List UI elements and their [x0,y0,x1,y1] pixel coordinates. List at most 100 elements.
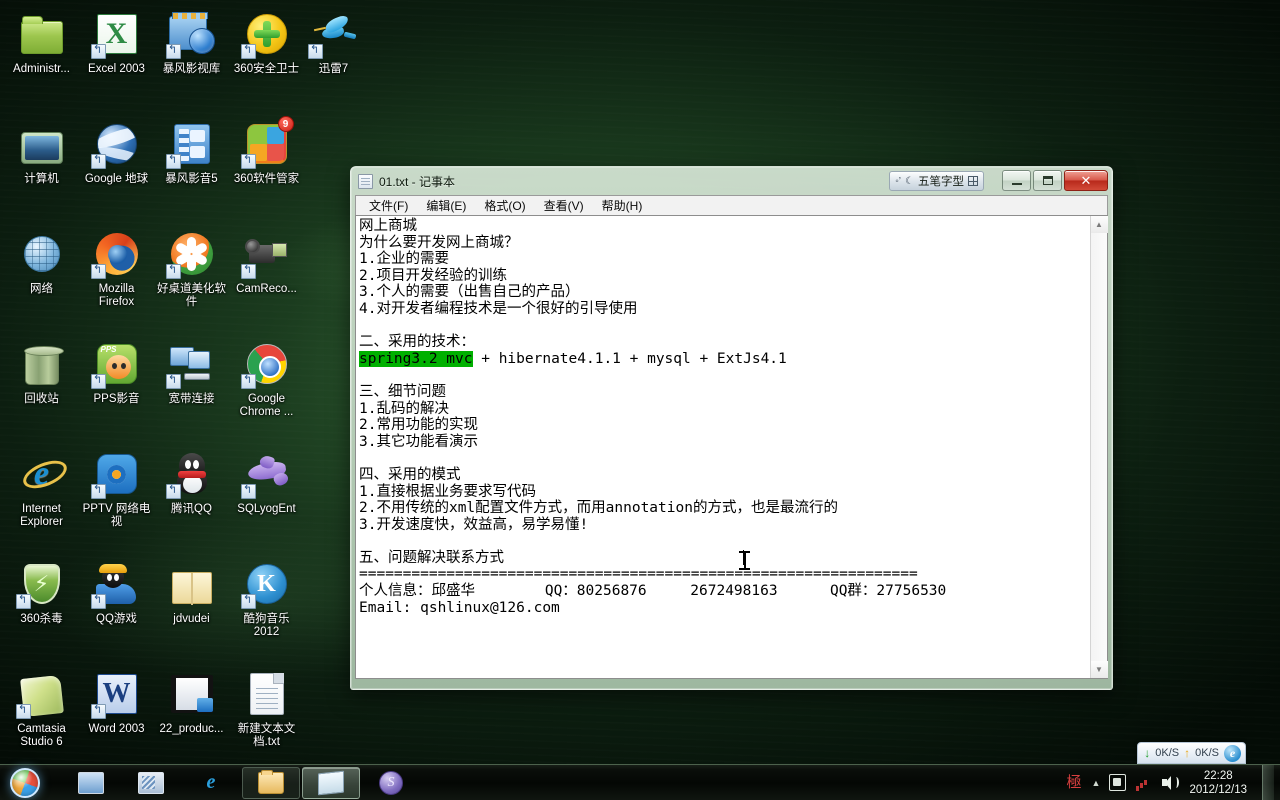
desktop-icon[interactable]: 360安全卫士 [229,4,304,114]
desktop-icon[interactable]: e Internet Explorer [4,444,79,554]
desktop-icon-image [168,560,216,608]
notepad-window[interactable]: 01.txt - 记事本 ◦’ ☾ 五笔字型 ✕ 文件(F) 编辑(E) 格式(O)… [350,166,1113,690]
desktop-icon[interactable]: 网络 [4,224,79,334]
notepad-menubar[interactable]: 文件(F) 编辑(E) 格式(O) 查看(V) 帮助(H) [355,195,1108,215]
desktop-icon[interactable]: 9 360软件管家 [229,114,304,224]
minimize-button[interactable] [1002,170,1031,191]
ime-language-bar[interactable]: ◦’ ☾ 五笔字型 [889,171,984,191]
desktop-icon[interactable]: QQ游戏 [79,554,154,664]
desktop-icon-image [165,340,216,389]
desktop-icon-label: 360软件管家 [233,173,300,185]
window-controls[interactable]: ✕ [1002,170,1108,191]
desktop-icon-label: Google Chrome ... [239,393,294,418]
shortcut-overlay-icon [240,44,256,59]
desktop-icon-image: e [18,450,66,498]
shortcut-overlay-icon [165,374,181,389]
desktop-icon[interactable]: PPS PPS影音 [79,334,154,444]
desktop-icon[interactable]: Administr... [4,4,79,114]
close-button[interactable]: ✕ [1064,170,1108,191]
sqlyog-icon: S [379,770,403,795]
desktop: Administr... X Excel 2003 暴风影视库 360安全卫士计算机 Go… [0,0,1280,800]
desktop-icon-label: SQLyogEnt [237,503,296,515]
show-desktop-button[interactable] [1262,764,1274,800]
ime-method-label[interactable]: 五笔字型 [918,173,964,189]
desktop-icon[interactable]: 宽带连接 [154,334,229,444]
selected-text[interactable]: spring3.2 mvc [359,350,473,367]
desktop-icon[interactable]: PPTV 网络电视 [79,444,154,554]
tray-show-hidden-icons-chevron[interactable]: ▲ [1092,778,1101,788]
desktop-icon-label: 回收站 [24,393,59,405]
tb-notepad[interactable] [302,766,360,799]
desktop-icon-label: 腾讯QQ [171,503,212,515]
ime-moon-icon[interactable]: ☾ [905,176,914,187]
desktop-icon[interactable]: 暴风影视库 [154,4,229,114]
desktop-icon[interactable]: 腾讯QQ [154,444,229,554]
network-icon[interactable] [1135,774,1152,791]
desktop-icon[interactable]: W Word 2003 [79,664,154,774]
notepad-text-area-wrapper[interactable]: 网上商城 为什么要开发网上商城？ 1.企业的需要 2.项目开发经验的训练 3.个… [355,215,1108,679]
desktop-icon-image [165,120,216,169]
tb-show-desktop[interactable] [62,767,120,799]
desktop-icon-image [18,10,66,58]
tb-windows-explorer[interactable] [242,766,300,799]
desktop-icon[interactable]: Mozilla Firefox [79,224,154,334]
folder-icon [258,769,284,794]
menu-item-1[interactable]: 文件(F) [360,197,417,215]
clock[interactable]: 22:28 2012/12/13 [1189,769,1249,797]
desktop-icon[interactable]: Camtasia Studio 6 [4,664,79,774]
upload-speed-value: 0K/S [1195,747,1219,759]
menu-item-5[interactable]: 帮助(H) [593,197,652,215]
desktop-icon-image [168,670,216,718]
desktop-icon-image [90,560,141,609]
flip3d-icon [138,771,164,794]
taskbar-buttons: eS [62,766,420,799]
ime-keyboard-icon[interactable] [968,176,978,186]
desktop-icon[interactable]: K 酷狗音乐 2012 [229,554,304,664]
network-speed-widget[interactable]: ↓ 0K/S ↑ 0K/S e [1137,742,1246,764]
desktop-icon[interactable]: jdvudei [154,554,229,664]
tb-window-switcher[interactable] [122,767,180,799]
maximize-button[interactable] [1033,170,1062,191]
desktop-icon[interactable]: ⚡ 360杀毒 [4,554,79,664]
desktop-icon[interactable]: Google 地球 [79,114,154,224]
desktop-icon[interactable]: 好桌道美化软件 [154,224,229,334]
desktop-icon-image [240,340,291,389]
scroll-down-arrow[interactable]: ▼ [1090,661,1108,678]
safe-removal-icon[interactable] [1109,774,1127,791]
shortcut-overlay-icon [90,484,106,499]
desktop-icon[interactable]: X Excel 2003 [79,4,154,114]
desktop-icon-image [240,450,291,499]
desktop-icon[interactable]: 回收站 [4,334,79,444]
start-button[interactable] [2,766,48,800]
desktop-icon[interactable]: 迅雷7 [296,4,371,76]
tb-internet-explorer[interactable]: e [182,767,240,799]
desktop-icon-label: Word 2003 [88,723,145,735]
desktop-icon-label: 好桌道美化软件 [157,283,226,308]
ime-status-icon[interactable]: ◦’ [895,176,901,187]
tray-ime-icon[interactable]: 極 [1066,774,1083,791]
desktop-icon[interactable]: 22_produc... [154,664,229,774]
desktop-icon[interactable]: Google Chrome ... [229,334,304,444]
volume-icon[interactable] [1161,774,1180,791]
vertical-scrollbar[interactable]: ▲ ▼ [1090,216,1108,678]
scroll-up-arrow[interactable]: ▲ [1090,216,1108,233]
shortcut-overlay-icon [240,154,256,169]
desktop-icon-label: QQ游戏 [96,613,137,625]
desktop-icon[interactable]: 计算机 [4,114,79,224]
desktop-icon-image [165,10,216,59]
menu-item-3[interactable]: 格式(O) [475,197,534,215]
notepad-titlebar[interactable]: 01.txt - 记事本 ◦’ ☾ 五笔字型 ✕ [351,167,1112,195]
desktop-icon[interactable]: CamReco... [229,224,304,334]
desktop-icon[interactable]: SQLyogEnt [229,444,304,554]
desktop-icon-label: 暴风影视库 [162,63,221,75]
browser-shortcut-icon[interactable]: e [1224,744,1241,762]
desktop-icon[interactable]: 暴风影音5 [154,114,229,224]
tb-sqlyog[interactable]: S [362,767,420,799]
menu-item-2[interactable]: 编辑(E) [417,197,475,215]
windows-logo-icon [10,767,40,798]
desktop-icon[interactable]: 新建文本文档.txt [229,664,304,774]
menu-item-4[interactable]: 查看(V) [535,197,593,215]
ie-icon: e [206,771,216,793]
desktop-icon-label: 22_produc... [159,723,224,735]
notepad-text-content[interactable]: 网上商城 为什么要开发网上商城？ 1.企业的需要 2.项目开发经验的训练 3.个… [356,216,1090,678]
